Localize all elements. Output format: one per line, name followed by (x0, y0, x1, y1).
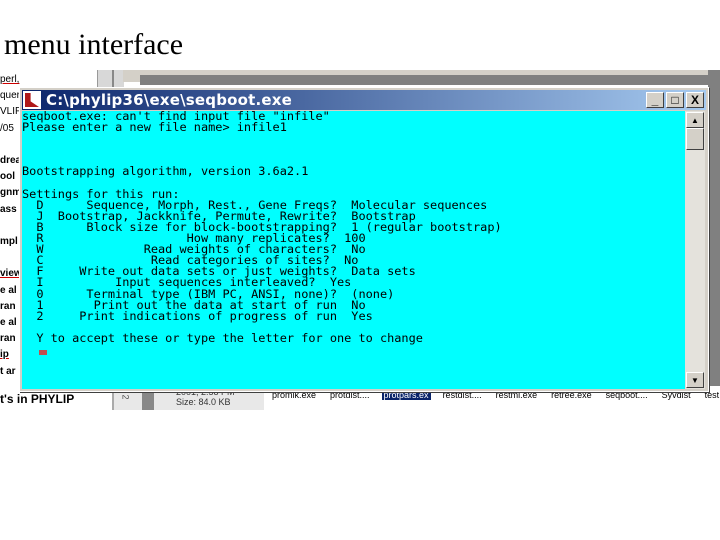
text-cursor (39, 350, 47, 355)
background-text-fragment: mpl (0, 236, 18, 247)
arrow-down-icon: ▼ (691, 375, 699, 385)
window-controls: _ □ X (646, 92, 704, 108)
scroll-down-button[interactable]: ▼ (686, 372, 704, 388)
close-button[interactable]: X (686, 92, 704, 108)
background-text-fragment: drea (0, 155, 22, 166)
background-window-edge (708, 70, 720, 410)
scroll-up-button[interactable]: ▲ (686, 112, 704, 128)
close-icon: X (690, 93, 699, 107)
terminal-line: Please enter a new file name> infile1 (22, 120, 287, 135)
panel-number: 2 (120, 394, 131, 400)
background-text-fragment: VLIF (0, 106, 22, 118)
background-text-fragment: perl, (0, 74, 20, 85)
background-text-fragment: /05 (0, 122, 14, 134)
console-app-icon[interactable] (23, 91, 41, 109)
arrow-up-icon: ▲ (691, 115, 699, 125)
maximize-button[interactable]: □ (666, 92, 684, 108)
background-text-fragment: ip (0, 349, 9, 361)
console-output[interactable]: seqboot.exe: can't find input file "infi… (22, 110, 685, 389)
terminal-line: Y to accept these or type the letter for… (22, 330, 423, 345)
minimize-icon: _ (651, 93, 659, 107)
maximize-icon: □ (671, 93, 679, 107)
background-text-fragment: ool (0, 171, 15, 183)
background-text-fragment: t ar (0, 365, 16, 377)
background-document-fragment: perl, quer VLIF/05 drea ool gnm ass mpl view e al… (0, 70, 22, 410)
console-title: C:\phylip36\exe\seqboot.exe (46, 91, 293, 109)
background-text-fragment: e al (0, 317, 17, 328)
background-text-fragment: quer (0, 90, 21, 102)
background-text-fragment: ran (0, 300, 16, 312)
terminal-line: 2 Print indications of progress of run Y… (22, 308, 373, 323)
minimize-button[interactable]: _ (646, 92, 664, 108)
desktop-screenshot: perl, quer VLIF/05 drea ool gnm ass mpl view e al… (0, 70, 720, 410)
console-window: C:\phylip36\exe\seqboot.exe _ □ X seqboo… (19, 87, 709, 392)
background-text-fragment: e al (0, 284, 17, 296)
vertical-scrollbar[interactable]: ▲ ▼ (685, 111, 705, 389)
terminal-text: seqboot.exe: can't find input file "infi… (22, 110, 502, 345)
scroll-thumb[interactable] (686, 128, 704, 150)
slide-title: menu interface (4, 28, 184, 61)
file-size: Size: 84.0 KB (176, 397, 231, 407)
background-window-frame (140, 75, 720, 85)
background-heading: t's in PHYLIP (0, 392, 75, 406)
console-titlebar[interactable]: C:\phylip36\exe\seqboot.exe _ □ X (22, 90, 706, 110)
background-text-fragment: ran (0, 333, 16, 345)
background-text-fragment: ass (0, 203, 17, 215)
background-text-fragment: gnm (0, 187, 22, 199)
terminal-line: Bootstrapping algorithm, version 3.6a2.1 (22, 164, 309, 179)
